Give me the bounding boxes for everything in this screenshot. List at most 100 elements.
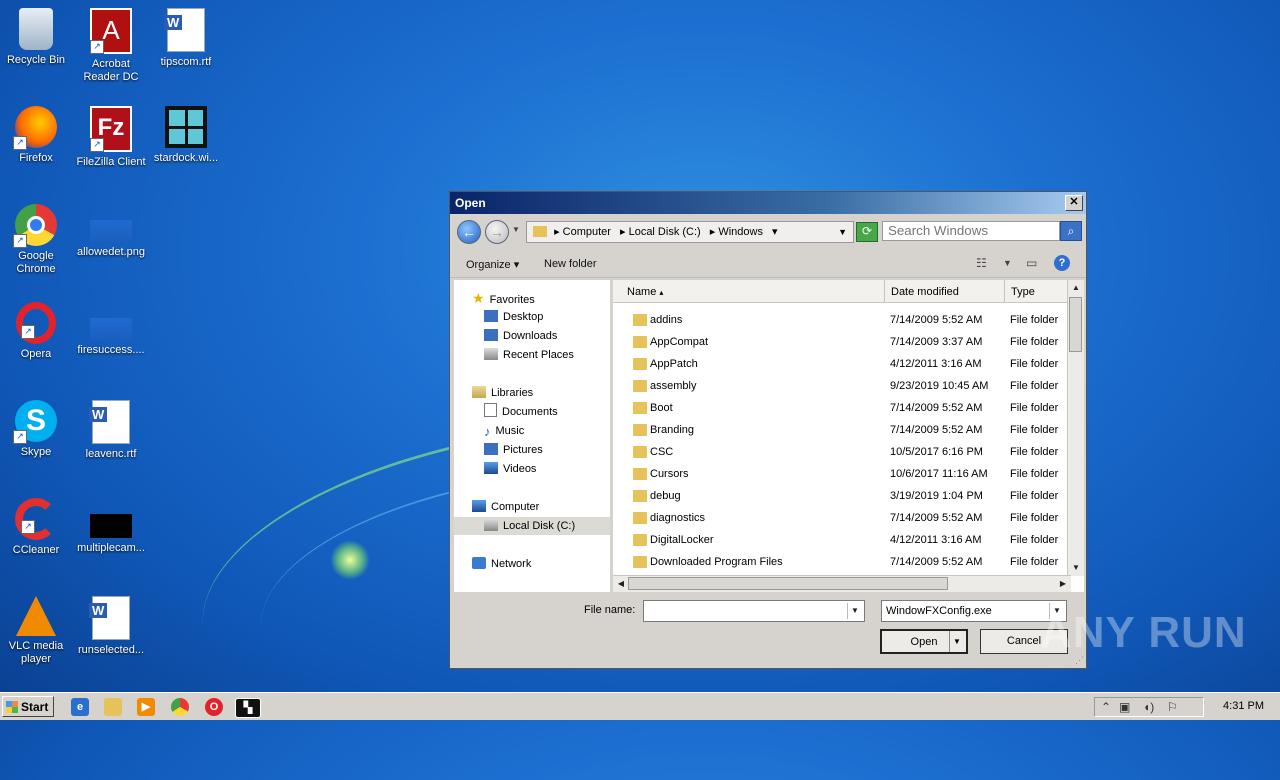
file-row[interactable]: assembly 9/23/2019 10:45 AM File folder <box>613 375 1071 397</box>
file-date: 3/19/2019 1:04 PM <box>890 490 983 502</box>
breadcrumb-local-disk[interactable]: Local Disk (C:) <box>629 226 701 238</box>
column-header-date[interactable]: Date modified <box>885 280 1005 302</box>
desktop-icon-label: Google Chrome <box>16 250 56 275</box>
desktop-icon-recycle-bin[interactable]: Recycle Bin <box>0 0 74 67</box>
desktop-icon-stardock[interactable]: stardock.wi... <box>148 98 224 165</box>
network-tray-icon[interactable]: ▣ <box>1119 700 1130 714</box>
vlc-icon <box>16 596 56 636</box>
column-label: Name <box>627 286 657 298</box>
file-name-label: File name: <box>584 604 636 616</box>
column-header-type[interactable]: Type <box>1005 280 1071 302</box>
chrome-taskbar-icon[interactable] <box>171 698 189 716</box>
nav-computer[interactable]: Computer <box>454 498 628 516</box>
file-row[interactable]: CSC 10/5/2017 6:16 PM File folder <box>613 441 1071 463</box>
start-button[interactable]: Start <box>2 696 54 717</box>
local-disk-icon <box>484 519 498 531</box>
desktop-icon-vlc[interactable]: VLC media player <box>0 588 74 666</box>
address-dropdown-icon[interactable]: ▼ <box>838 222 847 242</box>
action-center-flag-icon[interactable]: ⚐ <box>1167 700 1178 714</box>
address-bar[interactable]: ▸ Computer ▸ Local Disk (C:) ▸ Windows ▾… <box>526 221 854 243</box>
scroll-left-icon[interactable]: ◀ <box>614 577 628 591</box>
file-row[interactable]: DigitalLocker 4/12/2011 3:16 AM File folde… <box>613 529 1071 551</box>
desktop-icon-opera[interactable]: ↗ Opera <box>0 294 74 361</box>
open-split-dropdown-icon[interactable]: ▼ <box>949 631 964 652</box>
file-row[interactable]: addins 7/14/2009 5:52 AM File folder <box>613 309 1071 331</box>
stardock-icon <box>165 106 207 148</box>
breadcrumb-chevron-icon[interactable]: ▸ <box>554 226 563 238</box>
new-folder-button[interactable]: New folder <box>544 258 597 270</box>
file-explorer-icon[interactable] <box>104 698 122 716</box>
search-button[interactable]: ⌕ <box>1060 221 1082 241</box>
breadcrumb-chevron-icon[interactable]: ▸ <box>620 226 629 238</box>
file-date: 7/14/2009 3:37 AM <box>890 336 983 348</box>
desktop-icon-allowedet[interactable]: allowedet.png <box>73 196 149 259</box>
file-row[interactable]: AppPatch 4/12/2011 3:16 AM File folder <box>613 353 1071 375</box>
show-hidden-icons-icon[interactable]: ⌃ <box>1101 700 1111 714</box>
vertical-scrollbar[interactable]: ▲ ▼ <box>1067 280 1084 576</box>
file-name-combobox[interactable]: ▼ <box>643 600 865 622</box>
desktop-icon-tipscom[interactable]: W tipscom.rtf <box>148 0 224 69</box>
dialog-toolbar: Organize ▾ New folder ☷ ▼ ▭ ? <box>450 250 1086 278</box>
desktop-icon-leavenc[interactable]: W leavenc.rtf <box>73 392 149 461</box>
close-button[interactable]: ✕ <box>1065 195 1083 211</box>
scroll-down-icon[interactable]: ▼ <box>1069 561 1083 575</box>
word-document-icon: W <box>89 400 130 444</box>
nav-local-disk[interactable]: Local Disk (C:) <box>454 517 610 535</box>
nav-libraries[interactable]: Libraries <box>454 384 628 402</box>
volume-icon[interactable]: ◖) <box>1143 700 1154 714</box>
file-row[interactable]: Cursors 10/6/2017 11:16 AM File folder <box>613 463 1071 485</box>
view-options-icon[interactable]: ☷ <box>976 256 987 270</box>
file-name-dropdown-icon[interactable]: ▼ <box>847 603 862 619</box>
breadcrumb-windows[interactable]: Windows <box>718 226 763 238</box>
breadcrumb-computer[interactable]: Computer <box>563 226 611 238</box>
file-row[interactable]: Branding 7/14/2009 5:52 AM File folder <box>613 419 1071 441</box>
file-name: Branding <box>650 424 695 436</box>
desktop-icon-acrobat[interactable]: A ↗ Acrobat Reader DC <box>73 0 149 84</box>
file-row[interactable]: Boot 7/14/2009 5:52 AM File folder <box>613 397 1071 419</box>
nav-label: Recent Places <box>503 349 574 361</box>
desktop-icon-chrome[interactable]: ↗ Google Chrome <box>0 196 74 276</box>
word-document-icon: W <box>89 596 130 640</box>
search-input[interactable] <box>882 221 1060 241</box>
vertical-scroll-thumb[interactable] <box>1069 297 1082 352</box>
desktop-icon-firefox[interactable]: ↗ Firefox <box>0 98 74 165</box>
horizontal-scrollbar[interactable]: ◀ ▶ <box>613 575 1071 592</box>
folder-icon <box>633 446 647 458</box>
desktop-icon-skype[interactable]: S ↗ Skype <box>0 392 74 459</box>
file-row[interactable]: debug 3/19/2019 1:04 PM File folder <box>613 485 1071 507</box>
desktop-icon-label: tipscom.rtf <box>160 56 212 68</box>
opera-taskbar-icon[interactable]: O <box>205 698 223 716</box>
nav-favorites[interactable]: ★ Favorites <box>454 289 628 307</box>
back-button[interactable]: ← <box>457 220 481 244</box>
desktop-icon-firesuccess[interactable]: firesuccess.... <box>73 294 149 357</box>
desktop-icon-multiplecam[interactable]: multiplecam... <box>73 490 149 555</box>
file-row[interactable]: Downloaded Program Files 7/14/2009 5:52 A… <box>613 551 1071 573</box>
preview-pane-icon[interactable]: ▭ <box>1026 256 1037 270</box>
stardock-taskbar-icon[interactable]: ▚ <box>235 698 261 718</box>
help-icon[interactable]: ? <box>1054 255 1070 271</box>
column-header-name[interactable]: Name ▴ <box>613 280 885 302</box>
dialog-titlebar[interactable]: Open ✕ <box>450 192 1086 214</box>
media-player-icon[interactable]: ▶ <box>137 698 155 716</box>
image-file-icon <box>90 220 132 242</box>
open-button[interactable]: Open ▼ <box>880 629 968 654</box>
file-row[interactable]: AppCompat 7/14/2009 3:37 AM File folder <box>613 331 1071 353</box>
desktop-icon-filezilla[interactable]: Fz ↗ FileZilla Client <box>73 98 149 169</box>
refresh-button[interactable]: ⟳ <box>856 222 878 242</box>
view-dropdown-icon[interactable]: ▼ <box>1003 258 1012 268</box>
column-header-row: Name ▴ Date modified Type <box>613 280 1071 303</box>
file-row[interactable]: diagnostics 7/14/2009 5:52 AM File folder <box>613 507 1071 529</box>
nav-network[interactable]: Network <box>454 555 628 573</box>
forward-button[interactable]: → <box>485 220 509 244</box>
internet-explorer-icon[interactable]: e <box>71 698 89 716</box>
scroll-right-icon[interactable]: ▶ <box>1056 577 1070 591</box>
horizontal-scroll-thumb[interactable] <box>628 577 948 590</box>
desktop-icon-runselected[interactable]: W runselected... <box>73 588 149 657</box>
breadcrumb-chevron-icon[interactable]: ▾ <box>772 226 778 238</box>
scroll-up-icon[interactable]: ▲ <box>1069 281 1083 295</box>
history-dropdown-icon[interactable]: ▼ <box>512 225 520 234</box>
address-row: ← → ▼ ▸ Computer ▸ Local Disk (C:) ▸ Win… <box>454 219 1082 245</box>
desktop-icon-ccleaner[interactable]: ↗ CCleaner <box>0 490 74 557</box>
clock[interactable]: 4:31 PM <box>1223 700 1264 712</box>
organize-button[interactable]: Organize ▾ <box>466 258 519 271</box>
